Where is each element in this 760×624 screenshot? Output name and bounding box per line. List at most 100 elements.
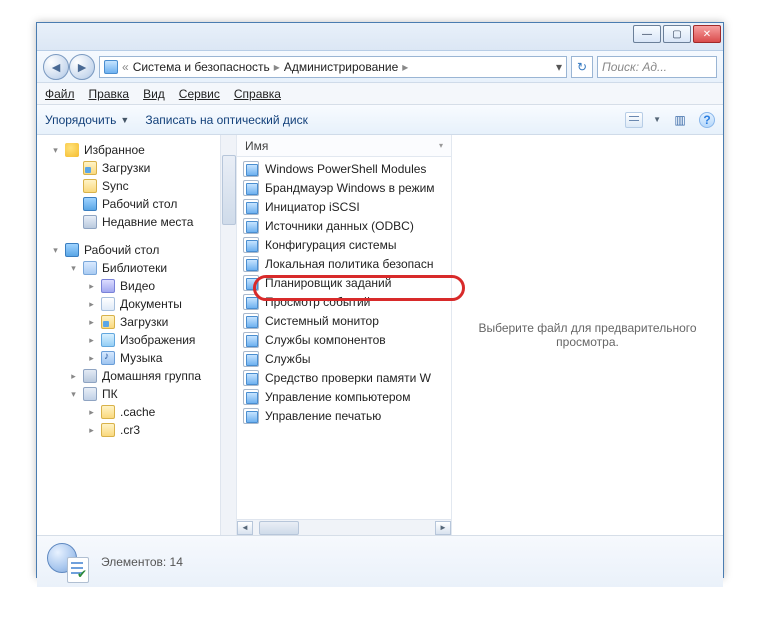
folder-icon [101, 423, 115, 437]
checkmark-icon: ✔ [77, 567, 87, 581]
nav-lib-music[interactable]: ▸Музыка [45, 349, 236, 367]
navigation-pane: ▾Избранное Загрузки Sync Рабочий стол Не… [37, 135, 237, 535]
file-item[interactable]: Службы [237, 349, 451, 368]
shortcut-icon [243, 237, 259, 253]
search-input[interactable]: Поиск: Ад... [597, 56, 717, 78]
column-header-name[interactable]: Имя▾ [237, 135, 451, 157]
expand-icon[interactable]: ▸ [87, 353, 96, 364]
file-item-label: Средство проверки памяти W [265, 371, 431, 385]
expand-icon[interactable]: ▸ [87, 425, 96, 436]
file-item[interactable]: Просмотр событий [237, 292, 451, 311]
help-button[interactable]: ? [699, 112, 715, 128]
address-icon [104, 60, 118, 74]
preview-empty-text: Выберите файл для предварительного просм… [460, 321, 715, 349]
menu-edit[interactable]: Правка [89, 87, 130, 101]
collapse-icon[interactable]: ▾ [51, 145, 60, 156]
file-item-label: Windows PowerShell Modules [265, 162, 426, 176]
scroll-right-button[interactable]: ► [435, 521, 451, 535]
expand-icon[interactable]: ▸ [87, 335, 96, 346]
file-item[interactable]: Средство проверки памяти W [237, 368, 451, 387]
menu-help[interactable]: Справка [234, 87, 281, 101]
nav-lib-documents[interactable]: ▸Документы [45, 295, 236, 313]
expand-icon[interactable]: ▸ [69, 371, 78, 382]
nav-pc-cr3[interactable]: ▸.cr3 [45, 421, 236, 439]
view-options-button[interactable] [625, 112, 643, 128]
nav-lib-pictures[interactable]: ▸Изображения [45, 331, 236, 349]
scrollbar-thumb[interactable] [222, 155, 236, 225]
scroll-left-button[interactable]: ◄ [237, 521, 253, 535]
file-item[interactable]: Инициатор iSCSI [237, 197, 451, 216]
chevron-down-icon[interactable]: ▼ [653, 115, 661, 124]
nav-pc-cache[interactable]: ▸.cache [45, 403, 236, 421]
file-item[interactable]: Брандмауэр Windows в режим [237, 178, 451, 197]
forward-button[interactable]: ► [69, 54, 95, 80]
expand-icon[interactable]: ▸ [87, 299, 96, 310]
expand-icon[interactable]: ▸ [87, 407, 96, 418]
file-item-label: Управление печатью [265, 409, 381, 423]
shortcut-icon [243, 332, 259, 348]
nav-pc[interactable]: ▾ПК [45, 385, 236, 403]
address-dropdown[interactable]: ▾ [556, 60, 562, 74]
preview-pane-button[interactable]: ▥ [671, 112, 689, 128]
titlebar[interactable]: — ▢ ✕ [37, 23, 723, 51]
collapse-icon[interactable]: ▾ [51, 245, 60, 256]
file-item-label: Инициатор iSCSI [265, 200, 360, 214]
chevron-down-icon: ▼ [120, 115, 129, 125]
back-button[interactable]: ◄ [43, 54, 69, 80]
collapse-icon[interactable]: ▾ [69, 263, 78, 274]
nav-favorites[interactable]: ▾Избранное [45, 141, 236, 159]
file-item[interactable]: Службы компонентов [237, 330, 451, 349]
folder-icon [101, 315, 115, 329]
menu-bar: Файл Правка Вид Сервис Справка [37, 83, 723, 105]
file-item[interactable]: Управление компьютером [237, 387, 451, 406]
nav-scrollbar[interactable] [220, 135, 236, 535]
file-item[interactable]: Источники данных (ODBC) [237, 216, 451, 235]
files-pane: Имя▾ Windows PowerShell Modules Брандмауэ… [237, 135, 723, 535]
desktop-icon [65, 243, 79, 257]
shortcut-icon [243, 313, 259, 329]
address-bar[interactable]: « Система и безопасность ▸ Администриров… [99, 56, 567, 78]
nav-lib-video[interactable]: ▸Видео [45, 277, 236, 295]
shortcut-icon [243, 370, 259, 386]
menu-tools[interactable]: Сервис [179, 87, 220, 101]
minimize-button[interactable]: — [633, 25, 661, 43]
nav-item-downloads[interactable]: Загрузки [45, 159, 236, 177]
breadcrumb-seg1[interactable]: Система и безопасность [133, 60, 270, 74]
preview-pane: Выберите файл для предварительного просм… [452, 135, 723, 535]
file-item[interactable]: Системный монитор [237, 311, 451, 330]
file-item-label: Конфигурация системы [265, 238, 396, 252]
desktop-icon [83, 197, 97, 211]
nav-row: ◄ ► « Система и безопасность ▸ Администр… [37, 51, 723, 83]
nav-desktop[interactable]: ▾Рабочий стол [45, 241, 236, 259]
menu-file[interactable]: Файл [45, 87, 75, 101]
expand-icon[interactable]: ▸ [87, 317, 96, 328]
shortcut-icon [243, 294, 259, 310]
nav-homegroup[interactable]: ▸Домашняя группа [45, 367, 236, 385]
file-item-label: Системный монитор [265, 314, 379, 328]
collapse-icon[interactable]: ▾ [69, 389, 78, 400]
burn-button[interactable]: Записать на оптический диск [145, 113, 308, 127]
horizontal-scrollbar[interactable]: ◄ ► [237, 519, 451, 535]
organize-button[interactable]: Упорядочить▼ [45, 113, 129, 127]
nav-item-desktop[interactable]: Рабочий стол [45, 195, 236, 213]
scrollbar-thumb[interactable] [259, 521, 299, 535]
nav-item-recent[interactable]: Недавние места [45, 213, 236, 231]
file-item-label: Локальная политика безопасн [265, 257, 433, 271]
file-item[interactable]: Планировщик заданий [237, 273, 451, 292]
menu-view[interactable]: Вид [143, 87, 165, 101]
nav-lib-downloads[interactable]: ▸Загрузки [45, 313, 236, 331]
video-icon [101, 279, 115, 293]
expand-icon[interactable]: ▸ [87, 281, 96, 292]
folder-icon [83, 161, 97, 175]
refresh-button[interactable]: ↻ [571, 56, 593, 78]
file-item[interactable]: Локальная политика безопасн [237, 254, 451, 273]
file-item[interactable]: Windows PowerShell Modules [237, 159, 451, 178]
nav-item-sync[interactable]: Sync [45, 177, 236, 195]
maximize-button[interactable]: ▢ [663, 25, 691, 43]
file-item[interactable]: Управление печатью [237, 406, 451, 425]
breadcrumb-seg2[interactable]: Администрирование [284, 60, 398, 74]
file-item[interactable]: Конфигурация системы [237, 235, 451, 254]
nav-libraries[interactable]: ▾Библиотеки [45, 259, 236, 277]
close-button[interactable]: ✕ [693, 25, 721, 43]
file-item-label: Источники данных (ODBC) [265, 219, 414, 233]
